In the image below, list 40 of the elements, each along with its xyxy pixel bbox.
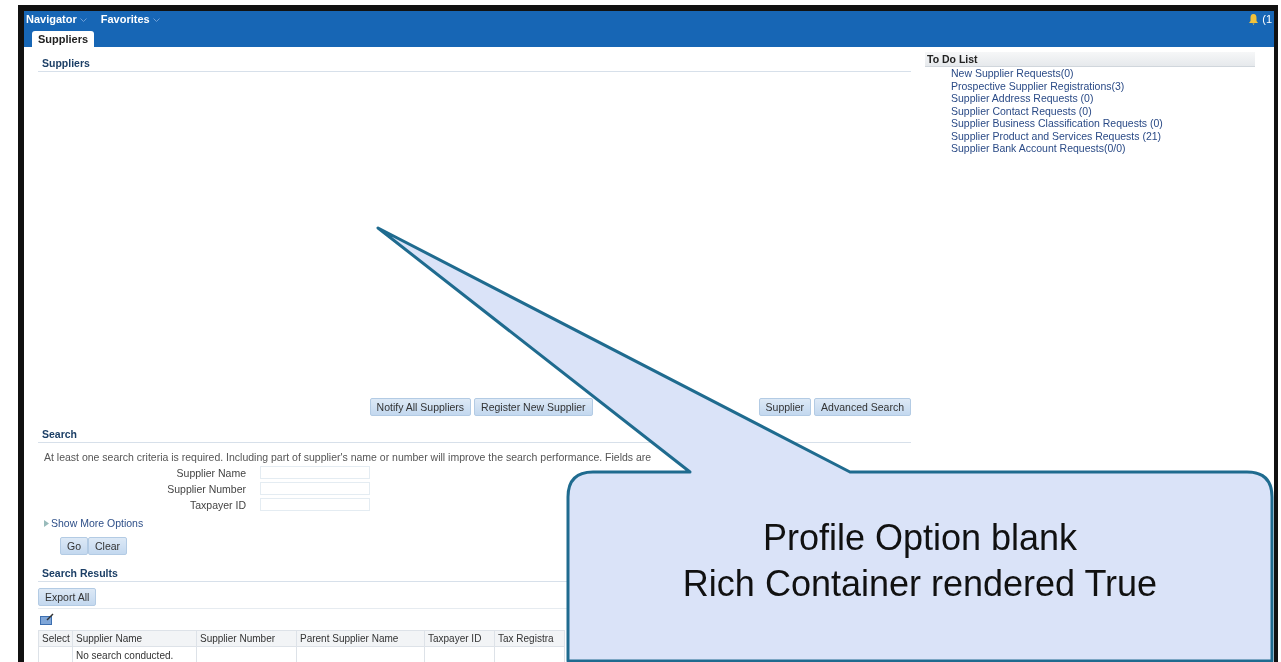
nav-menu[interactable]: Favorites	[100, 13, 160, 25]
todo-link[interactable]: Supplier Contact Requests (0)	[925, 104, 1255, 117]
chevron-icon[interactable]	[79, 18, 87, 23]
input-field[interactable]	[260, 498, 370, 511]
column-header: Parent Supplier Name	[296, 630, 425, 647]
todo-link[interactable]: Supplier Bank Account Requests(0/0)	[925, 142, 1255, 155]
input-field[interactable]	[260, 482, 370, 495]
nav-menu[interactable]: Navigator	[26, 13, 87, 25]
column-header: Tax Registra	[494, 630, 565, 647]
column-header: Supplier Number	[196, 630, 297, 647]
todo-link[interactable]: Supplier Business Classification Requests (0)	[925, 117, 1255, 130]
expand-icon[interactable]	[44, 519, 49, 527]
search-button[interactable]: Clear	[88, 537, 128, 555]
notification-count[interactable]: (1	[1262, 13, 1272, 25]
section-title: Suppliers	[38, 55, 911, 72]
tab[interactable]: Suppliers	[32, 31, 95, 47]
input-field[interactable]	[260, 466, 370, 479]
toolbar-button[interactable]: Register New Supplier	[474, 398, 593, 416]
bell-icon[interactable]	[1249, 13, 1259, 25]
todo-link[interactable]: Supplier Address Requests (0)	[925, 92, 1255, 105]
column-header: Taxpayer ID	[424, 630, 495, 647]
show-more-link[interactable]: Show More Options	[51, 517, 144, 529]
column-header: Select	[38, 630, 73, 647]
todo-link[interactable]: New Supplier Requests(0)	[925, 67, 1255, 80]
field-label: Taxpayer ID	[188, 498, 246, 511]
callout-text: Profile Option blank	[762, 516, 1078, 560]
export-button[interactable]: Export All	[38, 588, 97, 606]
toolbar-button[interactable]: Supplier	[758, 398, 812, 416]
edit-icon[interactable]	[40, 613, 54, 625]
search-button[interactable]: Go	[60, 537, 88, 555]
field-label: Supplier Name	[175, 466, 246, 479]
search-hint: At least one search criteria is required. Including part of supplier's name or number will improve the search performance. Fields are	[44, 451, 653, 463]
toolbar-button[interactable]: Advanced Search	[814, 398, 911, 416]
field-label: Supplier Number	[166, 482, 246, 495]
todo-link[interactable]: Prospective Supplier Registrations(3)	[925, 79, 1255, 92]
panel-title: To Do List	[925, 52, 1255, 67]
todo-link[interactable]: Supplier Product and Services Requests (21)	[925, 129, 1255, 142]
chevron-icon[interactable]	[152, 18, 160, 23]
column-header: Supplier Name	[72, 630, 197, 647]
toolbar-button[interactable]: Notify All Suppliers	[369, 398, 472, 416]
